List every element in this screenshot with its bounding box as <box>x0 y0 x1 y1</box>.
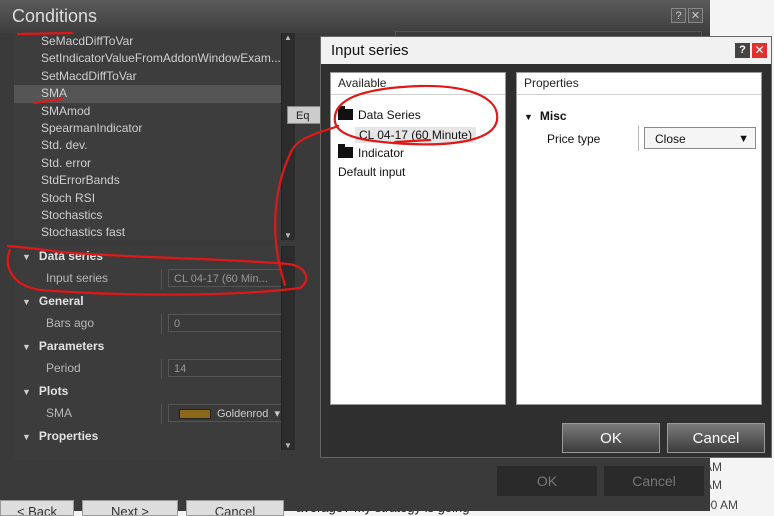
collapse-icon[interactable]: ▼ <box>22 337 31 358</box>
help-button[interactable]: ? <box>735 43 750 58</box>
scroll-up-icon[interactable]: ▲ <box>282 33 294 42</box>
list-item[interactable]: Stoch RSI <box>14 190 295 207</box>
category-general[interactable]: ▼ General <box>14 291 281 312</box>
tree-item-cl-series[interactable]: CL 04-17 (60 Minute) <box>355 127 476 143</box>
color-swatch <box>179 409 211 420</box>
list-item[interactable]: Std. dev. <box>14 137 295 154</box>
conditions-cancel-button[interactable]: Cancel <box>604 466 704 496</box>
scroll-down-icon[interactable]: ▼ <box>282 441 294 450</box>
sma-plot-label: SMA <box>46 406 73 420</box>
list-item[interactable]: Stochastics <box>14 207 295 224</box>
collapse-icon[interactable]: ▼ <box>22 247 31 268</box>
list-item[interactable]: Stochastics fast <box>14 224 295 240</box>
available-header: Available <box>331 73 505 95</box>
close-button[interactable]: ✕ <box>752 43 767 58</box>
input-series-label: Input series <box>46 271 109 285</box>
indicator-list-scrollbar[interactable]: ▲ ▼ <box>281 33 295 240</box>
bars-ago-input[interactable]: 0 <box>168 314 281 332</box>
category-plots[interactable]: ▼ Plots <box>14 381 281 402</box>
period-label: Period <box>46 361 81 375</box>
collapse-icon[interactable]: ▼ <box>524 112 533 122</box>
back-button[interactable]: < Back <box>0 500 74 516</box>
price-type-label: Price type <box>547 132 601 146</box>
list-item[interactable]: SetMacdDiffToVar <box>14 68 295 85</box>
eq-button[interactable]: Eq <box>287 106 323 124</box>
properties-grid: ▼ Data series Input series CL 04-17 (60 M… <box>14 246 281 460</box>
conditions-ok-button[interactable]: OK <box>497 466 597 496</box>
folder-icon <box>338 144 353 158</box>
grid-scrollbar[interactable]: ▼ <box>281 246 295 450</box>
properties-panel: Properties ▼ Misc Price type Close ▼ <box>516 72 762 405</box>
grid-row-input-series[interactable]: Input series CL 04-17 (60 Min... <box>14 267 281 291</box>
category-data-series[interactable]: ▼ Data series <box>14 246 281 267</box>
category-parameters[interactable]: ▼ Parameters <box>14 336 281 357</box>
category-misc[interactable]: ▼ Misc <box>524 109 567 123</box>
help-button[interactable]: ? <box>671 8 686 23</box>
sma-color-select[interactable]: Goldenrod ▾ <box>168 404 281 422</box>
chevron-down-icon: ▼ <box>738 133 749 145</box>
conditions-title: Conditions <box>0 0 710 33</box>
list-item[interactable]: SetIndicatorValueFromAddonWindowExam... <box>14 50 295 67</box>
collapse-icon[interactable]: ▼ <box>22 292 31 313</box>
collapse-icon[interactable]: ▼ <box>22 382 31 403</box>
grid-row-bars-ago[interactable]: Bars ago 0 <box>14 312 281 336</box>
bars-ago-label: Bars ago <box>46 316 95 330</box>
list-item-selected[interactable]: SMA <box>14 85 295 103</box>
list-item[interactable]: SpearmanIndicator <box>14 120 295 137</box>
scroll-down-icon[interactable]: ▼ <box>282 231 294 240</box>
collapse-icon[interactable]: ▼ <box>22 427 31 448</box>
ok-button[interactable]: OK <box>562 423 660 453</box>
grid-row-period[interactable]: Period 14 <box>14 357 281 381</box>
indicator-list[interactable]: SeMacdDiffToVar SetIndicatorValueFromAdd… <box>14 33 295 240</box>
next-button[interactable]: Next > <box>82 500 178 516</box>
column-divider <box>638 125 639 151</box>
available-panel: Available Data Series CL 04-17 (60 Minut… <box>330 72 506 405</box>
tree-item-default-input[interactable]: Default input <box>338 165 405 179</box>
input-series-value[interactable]: CL 04-17 (60 Min... <box>168 269 281 287</box>
list-item[interactable]: SMAmod <box>14 103 295 120</box>
close-button[interactable]: ✕ <box>688 8 703 23</box>
input-series-dialog: Input series ? ✕ Available Data Series C… <box>320 36 772 458</box>
period-input[interactable]: 14 <box>168 359 281 377</box>
list-item[interactable]: SeMacdDiffToVar <box>14 33 295 50</box>
tree-item-data-series[interactable]: Data Series <box>338 106 421 122</box>
list-item[interactable]: StdErrorBands <box>14 172 295 189</box>
tree-item-indicator[interactable]: Indicator <box>338 144 404 160</box>
folder-open-icon <box>338 106 353 120</box>
list-item[interactable]: Std. error <box>14 155 295 172</box>
input-series-title: Input series <box>321 37 771 64</box>
cancel-button[interactable]: Cancel <box>667 423 765 453</box>
category-properties[interactable]: ▼ Properties <box>14 426 281 447</box>
grid-row-sma[interactable]: SMA Goldenrod ▾ <box>14 402 281 426</box>
price-type-select[interactable]: Close ▼ <box>644 127 756 149</box>
chevron-down-icon: ▾ <box>274 408 280 420</box>
properties-header: Properties <box>517 73 761 95</box>
wizard-cancel-button[interactable]: Cancel <box>186 500 284 516</box>
